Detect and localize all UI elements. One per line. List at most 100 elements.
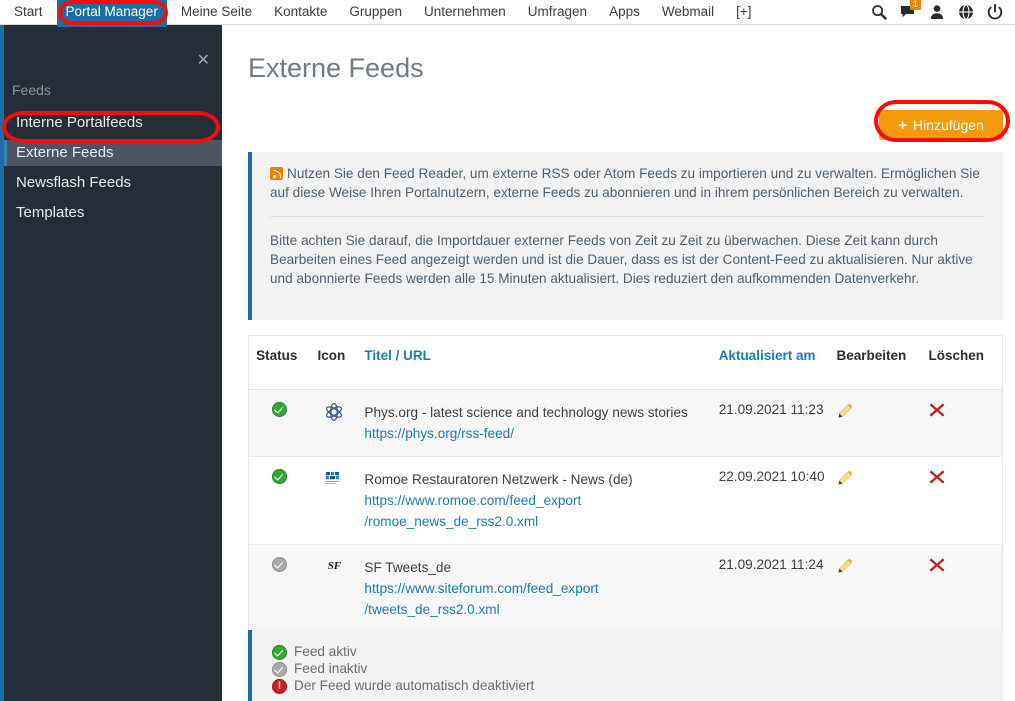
feed-url[interactable]: https://phys.org/rss-feed/: [364, 423, 706, 444]
status-active-icon: [272, 402, 288, 417]
sidebar-section-title: Feeds: [12, 82, 51, 98]
row-status-cell: [248, 456, 311, 545]
legend-label-error: Der Feed wurde automatisch deaktiviert: [294, 678, 535, 693]
row-title-cell: Romoe Restauratoren Netzwerk - News (de)…: [358, 456, 713, 545]
row-icon-cell: SF: [310, 544, 359, 633]
pencil-icon[interactable]: [837, 469, 854, 489]
status-active-icon: [272, 644, 287, 660]
row-title-cell: Phys.org - latest science and technology…: [358, 389, 713, 457]
top-navigation-bar: Start Portal Manager Meine Seite Kontakt…: [0, 0, 1015, 27]
messages-icon[interactable]: 1: [900, 0, 922, 20]
info-paragraph-1: Nutzen Sie den Feed Reader, um externe R…: [270, 164, 985, 202]
add-feed-button-label: Hinzufügen: [912, 117, 984, 133]
nav-item-gruppen[interactable]: Gruppen: [338, 0, 413, 24]
row-edit-cell: [830, 389, 923, 457]
sidebar: ✕ Feeds Interne Portalfeeds Externe Feed…: [0, 25, 222, 701]
feed-url-continued[interactable]: /romoe_news_de_rss2.0.xml: [364, 511, 706, 532]
row-title-cell: SF Tweets_de https://www.siteforum.com/f…: [358, 544, 713, 633]
nav-item-meine-seite[interactable]: Meine Seite: [170, 0, 263, 24]
globe-icon[interactable]: [958, 4, 974, 20]
row-icon-cell: [310, 456, 359, 545]
nav-item-apps[interactable]: Apps: [598, 0, 651, 24]
sidebar-accent-edge: [0, 25, 4, 701]
feeds-table-head: Status Icon Titel / URL Aktualisiert am …: [248, 335, 1003, 390]
nav-item-portal-manager[interactable]: Portal Manager: [56, 0, 167, 27]
row-icon-cell: [310, 389, 359, 457]
row-updated-cell: 21.09.2021 11:23: [712, 389, 831, 457]
legend-panel: Feed aktiv Feed inaktiv Der Feed wurde a…: [248, 630, 1003, 701]
user-icon[interactable]: [929, 4, 945, 20]
row-edit-cell: [830, 456, 923, 545]
row-edit-cell: [830, 544, 923, 633]
status-inactive-icon: [272, 661, 287, 677]
info-paragraph-2-row: Bitte achten Sie darauf, die Importdauer…: [252, 217, 1003, 294]
romoe-icon: [323, 469, 345, 491]
info-paragraph-2: Bitte achten Sie darauf, die Importdauer…: [270, 233, 973, 286]
physorg-icon: [323, 402, 345, 424]
nav-item-unternehmen[interactable]: Unternehmen: [413, 0, 517, 24]
nav-item-webmail[interactable]: Webmail: [651, 0, 725, 24]
sf-icon: SF: [327, 560, 342, 572]
nav-item-start[interactable]: Start: [0, 0, 54, 24]
info-paragraph-1-text: Nutzen Sie den Feed Reader, um externe R…: [270, 166, 980, 200]
pencil-icon[interactable]: [837, 557, 854, 577]
plus-icon: +: [898, 116, 907, 134]
feeds-table-body: Phys.org - latest science and technology…: [248, 389, 1003, 633]
table-row: Romoe Restauratoren Netzwerk - News (de)…: [248, 456, 1003, 545]
add-feed-button[interactable]: + Hinzufügen: [879, 110, 1003, 140]
feed-url-continued[interactable]: /tweets_de_rss2.0.xml: [364, 599, 706, 620]
close-icon[interactable]: ✕: [197, 53, 210, 69]
pencil-icon[interactable]: [837, 402, 854, 422]
table-row: SF SF Tweets_de https://www.siteforum.co…: [248, 544, 1003, 633]
nav-item-add-more[interactable]: [+]: [725, 0, 762, 24]
row-status-cell: [248, 544, 311, 633]
status-active-icon: [272, 469, 288, 484]
column-header-status: Status: [248, 335, 311, 390]
nav-icon-group: 1: [871, 0, 1015, 20]
messages-badge: 1: [910, 0, 922, 10]
row-updated-cell: 22.09.2021 10:40: [712, 456, 831, 545]
nav-item-umfragen[interactable]: Umfragen: [517, 0, 598, 24]
sidebar-item-interne-portalfeeds[interactable]: Interne Portalfeeds: [4, 110, 222, 136]
power-icon[interactable]: [987, 3, 1003, 20]
row-updated-cell: 21.09.2021 11:24: [712, 544, 831, 633]
row-delete-cell: [922, 389, 1003, 457]
row-delete-cell: [922, 456, 1003, 545]
status-inactive-icon: [272, 557, 288, 572]
status-error-icon: [272, 678, 287, 694]
legend-label-active: Feed aktiv: [294, 644, 357, 659]
legend-item-active: Feed aktiv: [272, 644, 1003, 660]
legend-list: Feed aktiv Feed inaktiv Der Feed wurde a…: [252, 630, 1003, 694]
column-header-title-url[interactable]: Titel / URL: [358, 335, 713, 390]
search-icon[interactable]: [871, 4, 887, 20]
legend-item-inactive: Feed inaktiv: [272, 661, 1003, 677]
info-panel: Nutzen Sie den Feed Reader, um externe R…: [248, 152, 1003, 320]
info-paragraph-1-row: Nutzen Sie den Feed Reader, um externe R…: [252, 152, 1003, 208]
table-header-row: Status Icon Titel / URL Aktualisiert am …: [248, 335, 1003, 390]
column-header-delete: Löschen: [922, 335, 1003, 390]
feed-title: SF Tweets_de: [364, 560, 452, 575]
feed-title: Phys.org - latest science and technology…: [364, 405, 688, 420]
page-title: Externe Feeds: [248, 53, 424, 83]
sidebar-item-newsflash-feeds[interactable]: Newsflash Feeds: [4, 170, 222, 196]
red-x-icon[interactable]: [929, 557, 945, 576]
nav-item-kontakte[interactable]: Kontakte: [263, 0, 338, 24]
sidebar-item-externe-feeds[interactable]: Externe Feeds: [4, 140, 222, 166]
table-row: Phys.org - latest science and technology…: [248, 389, 1003, 457]
legend-label-inactive: Feed inaktiv: [294, 661, 368, 676]
main-content: Externe Feeds + Hinzufügen Nutzen Sie de…: [222, 25, 1015, 701]
feeds-table: Status Icon Titel / URL Aktualisiert am …: [248, 335, 1003, 633]
row-delete-cell: [922, 544, 1003, 633]
sidebar-item-templates[interactable]: Templates: [4, 200, 222, 226]
column-header-updated[interactable]: Aktualisiert am: [712, 335, 831, 390]
feed-title: Romoe Restauratoren Netzwerk - News (de): [364, 472, 633, 487]
rss-icon: [270, 167, 283, 180]
row-status-cell: [248, 389, 311, 457]
red-x-icon[interactable]: [929, 402, 945, 421]
column-header-icon: Icon: [310, 335, 359, 390]
feed-url[interactable]: https://www.siteforum.com/feed_export: [364, 578, 706, 599]
feed-url[interactable]: https://www.romoe.com/feed_export: [364, 490, 706, 511]
column-header-edit: Bearbeiten: [830, 335, 923, 390]
legend-item-error: Der Feed wurde automatisch deaktiviert: [272, 678, 1003, 694]
red-x-icon[interactable]: [929, 469, 945, 488]
